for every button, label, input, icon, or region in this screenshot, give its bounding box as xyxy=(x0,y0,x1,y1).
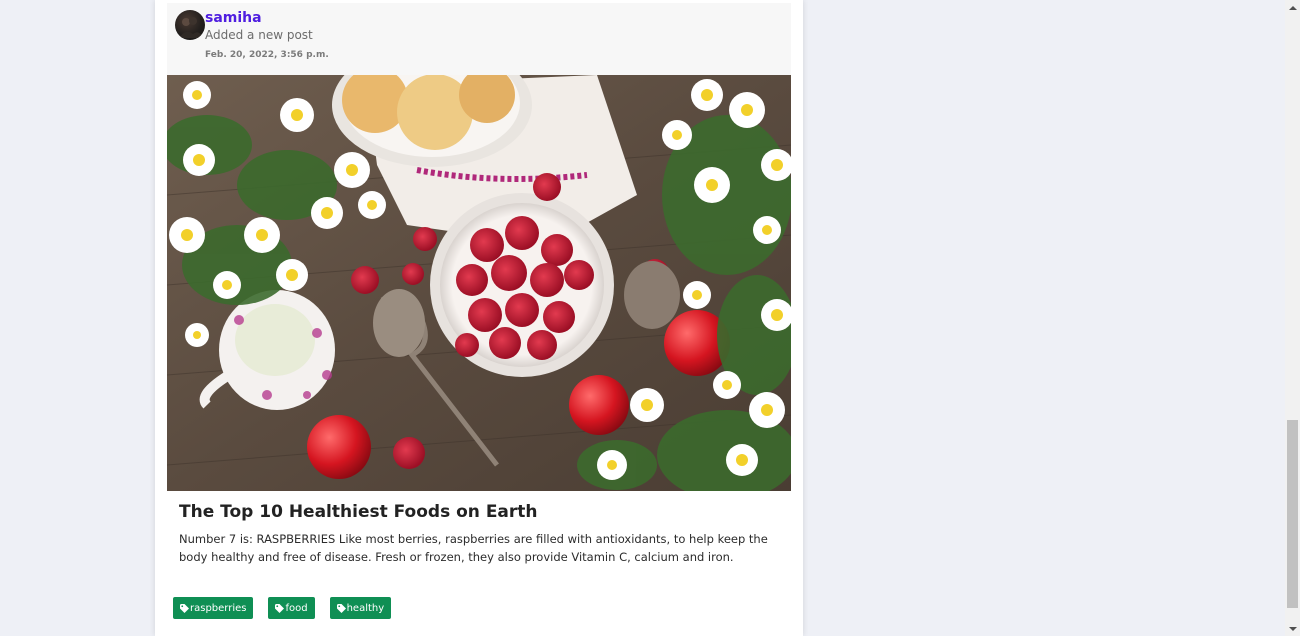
tag-icon xyxy=(336,603,346,613)
tag-list: raspberries food healthy xyxy=(173,597,392,619)
post-header: samiha Added a new post Feb. 20, 2022, 3… xyxy=(167,3,791,75)
avatar[interactable] xyxy=(175,10,205,40)
post-timestamp: Feb. 20, 2022, 3:56 p.m. xyxy=(205,50,329,60)
post-image xyxy=(167,75,791,491)
tag-icon xyxy=(275,603,285,613)
tag-icon xyxy=(180,603,189,613)
post-body: Number 7 is: RASPBERRIES Like most berri… xyxy=(179,532,768,564)
chevron-down-icon[interactable] xyxy=(1285,621,1300,636)
tag-raspberries[interactable]: raspberries xyxy=(173,597,254,619)
tag-label: healthy xyxy=(346,602,385,614)
tag-food[interactable]: food xyxy=(268,597,315,619)
scrollbar-thumb[interactable] xyxy=(1287,420,1298,608)
tag-healthy[interactable]: healthy xyxy=(329,597,392,619)
vertical-scrollbar[interactable] xyxy=(1285,0,1300,636)
author-name[interactable]: samiha xyxy=(205,10,262,26)
post-action: Added a new post xyxy=(205,28,313,42)
page: samiha Added a new post Feb. 20, 2022, 3… xyxy=(0,0,1300,636)
post-card: samiha Added a new post Feb. 20, 2022, 3… xyxy=(155,0,803,636)
tag-label: food xyxy=(285,602,308,614)
post-title: The Top 10 Healthiest Foods on Earth xyxy=(179,502,538,522)
chevron-up-icon[interactable] xyxy=(1285,0,1300,15)
tag-label: raspberries xyxy=(190,602,247,614)
